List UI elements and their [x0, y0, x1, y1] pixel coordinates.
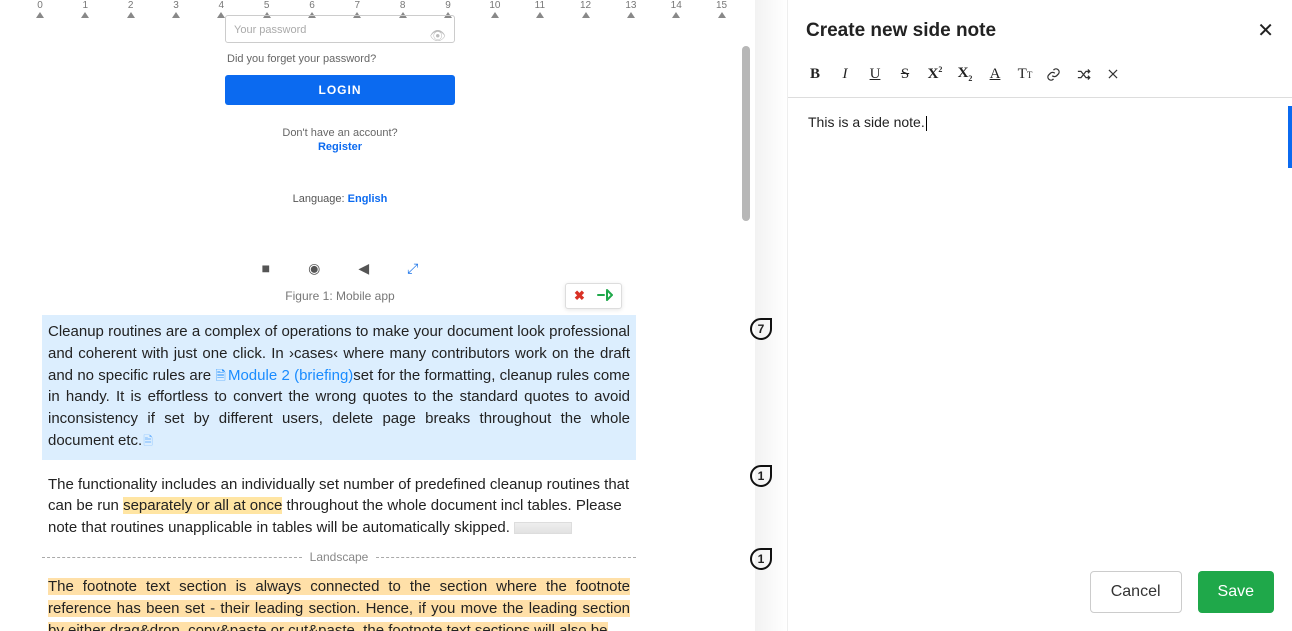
- strikethrough-button[interactable]: S: [896, 66, 914, 83]
- shuffle-button[interactable]: [1076, 67, 1094, 82]
- ruler-tick-12: 12: [580, 0, 591, 18]
- forgot-password-text: Did you forget your password?: [225, 53, 455, 65]
- ruler-tick-1: 1: [81, 0, 89, 18]
- ruler-tick-11: 11: [535, 0, 545, 18]
- panel-divider-shadow: [755, 0, 787, 631]
- text-cursor: [926, 116, 927, 131]
- accept-icon[interactable]: [597, 288, 613, 304]
- paragraph-2[interactable]: The functionality includes an individual…: [42, 474, 636, 539]
- language-label: Language:: [293, 193, 348, 205]
- font-color-button[interactable]: A: [986, 66, 1004, 83]
- font-size-button[interactable]: TT: [1016, 66, 1034, 83]
- expand-icon[interactable]: ⤢: [407, 260, 418, 277]
- inline-thumbnail: [514, 522, 572, 534]
- ruler-tick-3: 3: [172, 0, 180, 18]
- side-panel-title: Create new side note: [806, 20, 996, 42]
- floating-section-toolbar[interactable]: ✖: [565, 283, 622, 309]
- password-placeholder: Your password: [234, 24, 306, 36]
- login-button-mock: LOGIN: [225, 75, 455, 105]
- password-field-mock: Your password 👁: [225, 15, 455, 43]
- document-link-icon: 🗎: [215, 368, 226, 383]
- p3-text: The footnote text section is always conn…: [48, 578, 630, 631]
- media-controls: ■ ◉ ◀ ⤢: [225, 260, 455, 277]
- document-canvas: 0123456789101112131415 Your password 👁 D…: [0, 0, 755, 631]
- close-icon[interactable]: ✕: [1257, 18, 1274, 43]
- editor-accent-bar: [1288, 106, 1292, 168]
- embedded-mobile-mock: Your password 👁 Did you forget your pass…: [225, 15, 455, 303]
- scrollbar-thumb[interactable]: [742, 46, 750, 221]
- ruler-tick-10: 10: [489, 0, 500, 18]
- separator-line-left: [42, 557, 302, 558]
- formatting-toolbar: B I U S X2 X2 A TT: [806, 65, 1274, 97]
- bold-button[interactable]: B: [806, 66, 824, 83]
- ruler-tick-15: 15: [716, 0, 727, 18]
- language-value: English: [348, 193, 388, 205]
- side-note-editor[interactable]: This is a side note.: [806, 98, 1274, 553]
- link-button[interactable]: [1046, 67, 1064, 82]
- ruler-tick-0: 0: [36, 0, 44, 18]
- ruler-tick-13: 13: [625, 0, 636, 18]
- orientation-separator: Landscape: [42, 549, 636, 566]
- ruler-tick-2: 2: [127, 0, 135, 18]
- cancel-button[interactable]: Cancel: [1090, 571, 1182, 613]
- no-account-text: Don't have an account?: [225, 127, 455, 139]
- superscript-button[interactable]: X2: [926, 65, 944, 83]
- document-body[interactable]: Cleanup routines are a complex of operat…: [42, 315, 636, 631]
- side-panel-header: Create new side note ✕: [806, 18, 1274, 43]
- ruler-tick-14: 14: [671, 0, 682, 18]
- text-layer-icon: 🗎: [143, 434, 153, 448]
- save-button[interactable]: Save: [1198, 571, 1274, 613]
- clear-format-button[interactable]: [1106, 67, 1124, 81]
- reject-icon[interactable]: ✖: [574, 288, 585, 304]
- separator-label: Landscape: [310, 549, 369, 566]
- side-panel-footer: Cancel Save: [806, 553, 1274, 631]
- register-link-mock: Register: [225, 141, 455, 153]
- rewind-icon[interactable]: ◀: [358, 260, 369, 277]
- eye-icon: 👁: [429, 22, 446, 50]
- italic-button[interactable]: I: [836, 66, 854, 83]
- p2-highlight: separately or all at once: [123, 497, 282, 514]
- side-note-panel: Create new side note ✕ B I U S X2 X2 A T…: [787, 0, 1292, 631]
- stop-icon[interactable]: ■: [262, 260, 270, 277]
- separator-line-right: [376, 557, 636, 558]
- inline-document-link[interactable]: Module 2 (briefing): [228, 367, 353, 384]
- paragraph-3-highlighted[interactable]: The footnote text section is always conn…: [42, 576, 636, 631]
- paragraph-1-highlighted[interactable]: Cleanup routines are a complex of operat…: [42, 315, 636, 460]
- language-row: Language: English: [225, 193, 455, 205]
- underline-button[interactable]: U: [866, 66, 884, 83]
- figure-caption: Figure 1: Mobile app: [225, 289, 455, 303]
- subscript-button[interactable]: X2: [956, 65, 974, 83]
- record-icon[interactable]: ◉: [308, 260, 320, 277]
- editor-content: This is a side note.: [808, 114, 925, 130]
